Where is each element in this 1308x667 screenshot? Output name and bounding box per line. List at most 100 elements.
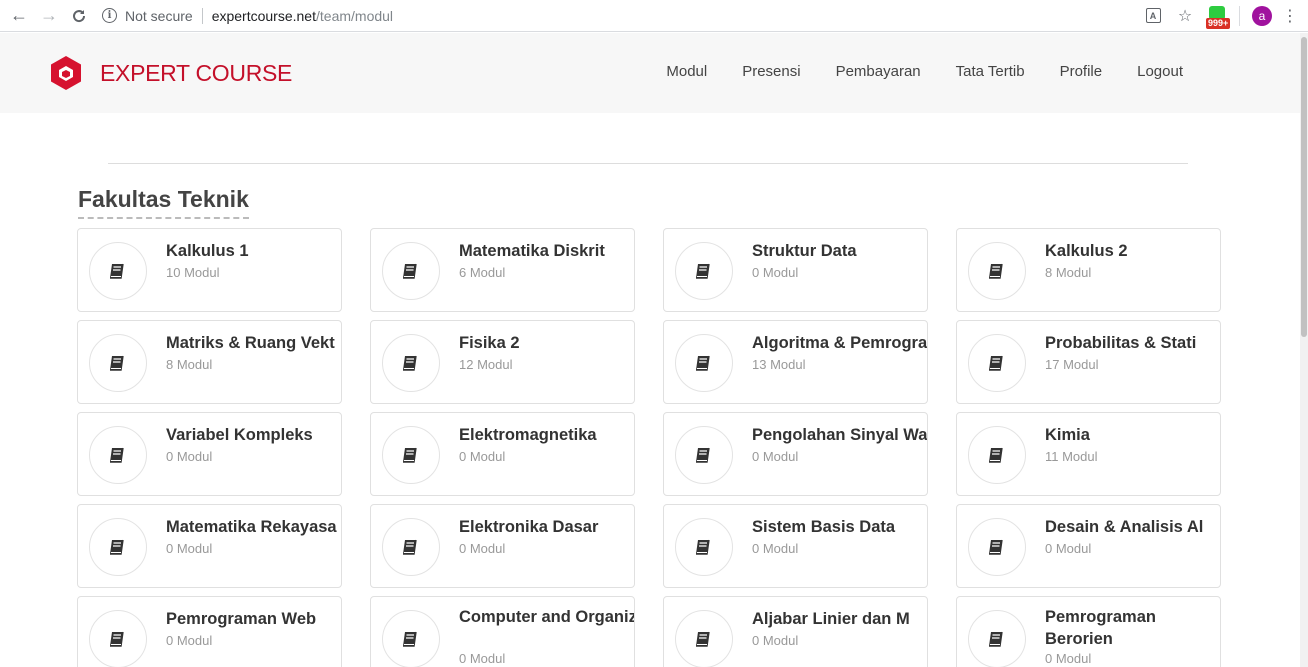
book-icon [89,242,147,300]
course-module-count: 0 Modul [459,449,506,464]
translate-icon[interactable]: A [1137,2,1169,30]
brand-logo[interactable]: EXPERT COURSE [50,55,292,91]
course-module-count: 0 Modul [752,449,799,464]
nav-tata-tertib[interactable]: Tata Tertib [956,63,1025,80]
book-icon [675,610,733,667]
extension-badge: 999+ [1206,17,1231,29]
course-card[interactable]: Matriks & Ruang Vekt 8 Modul [77,320,342,404]
course-title: Aljabar Linier dan M [752,610,910,628]
course-card[interactable]: Desain & Analisis Al 0 Modul [956,504,1221,588]
book-icon [382,610,440,667]
info-icon[interactable]: i [102,8,117,23]
extension-icon[interactable]: 999+ [1201,2,1233,30]
nav-presensi[interactable]: Presensi [742,63,800,80]
course-module-count: 12 Modul [459,357,513,372]
course-card[interactable]: Elektromagnetika 0 Modul [370,412,635,496]
book-icon [968,242,1026,300]
course-card[interactable]: Pengolahan Sinyal Wa 0 Modul [663,412,928,496]
course-module-count: 0 Modul [166,633,213,648]
section-divider [108,163,1188,164]
course-card[interactable]: Kalkulus 1 10 Modul [77,228,342,312]
address-separator [201,7,203,24]
course-module-count: 11 Modul [1045,449,1098,464]
security-indicator: Not secure [125,7,193,24]
brand-name: EXPERT COURSE [100,59,293,86]
course-card[interactable]: Pemrograman Web 0 Modul [77,596,342,667]
book-icon [382,426,440,484]
course-card[interactable]: Kimia 11 Modul [956,412,1221,496]
course-card[interactable]: Fisika 2 12 Modul [370,320,635,404]
book-icon [968,610,1026,667]
course-card[interactable]: Probabilitas & Stati 17 Modul [956,320,1221,404]
scrollbar-thumb[interactable] [1301,37,1307,337]
course-card[interactable]: Kalkulus 2 8 Modul [956,228,1221,312]
book-icon [382,334,440,392]
course-title: Elektromagnetika [459,426,597,444]
course-module-count: 0 Modul [166,541,213,556]
nav-modul[interactable]: Modul [666,63,707,80]
course-title: Desain & Analisis Al [1045,518,1204,536]
menu-kebab-icon[interactable]: ⋮ [1278,6,1302,26]
course-title: Struktur Data [752,242,857,260]
course-title: Sistem Basis Data [752,518,896,536]
course-module-count: 0 Modul [752,265,799,280]
course-title: Pemrograman Berorien [1045,608,1156,648]
book-icon [382,242,440,300]
course-module-count: 0 Modul [752,633,799,648]
course-title: Variabel Kompleks [166,426,313,444]
course-module-count: 17 Modul [1045,357,1099,372]
nav-profile[interactable]: Profile [1060,63,1103,80]
nav-pembayaran[interactable]: Pembayaran [836,63,921,80]
book-icon [675,334,733,392]
course-card[interactable]: Matematika Rekayasa 0 Modul [77,504,342,588]
book-icon [968,426,1026,484]
course-title: Kimia [1045,426,1090,444]
course-module-count: 13 Modul [752,357,806,372]
book-icon [675,518,733,576]
course-module-count: 10 Modul [166,265,220,280]
book-icon [89,610,147,667]
book-icon [968,334,1026,392]
forward-arrow-icon[interactable]: → [34,1,64,31]
book-icon [968,518,1026,576]
course-card[interactable]: Algoritma & Pemrogra 13 Modul [663,320,928,404]
course-title: Kalkulus 1 [166,242,249,260]
address-bar[interactable]: i Not secure expertcourse.net/team/modul [102,2,1137,30]
course-module-count: 6 Modul [459,265,506,280]
course-module-count: 0 Modul [459,651,506,666]
reload-icon[interactable] [64,1,94,31]
url-path: /team/modul [316,7,394,24]
course-module-count: 0 Modul [166,449,213,464]
book-icon [89,518,147,576]
page-scrollbar[interactable] [1300,33,1308,667]
book-icon [89,426,147,484]
logo-hexagon-icon [51,56,81,90]
course-title: Computer and Organiz [459,608,635,626]
profile-avatar[interactable]: a [1246,2,1278,30]
course-module-count: 0 Modul [459,541,506,556]
course-module-count: 8 Modul [166,357,213,372]
course-module-count: 0 Modul [752,541,799,556]
avatar: a [1252,5,1272,26]
book-icon [89,334,147,392]
course-title: Pemrograman Web [166,610,317,628]
course-card[interactable]: Computer and Organiz 0 Modul [370,596,635,667]
book-icon [675,242,733,300]
course-card[interactable]: Variabel Kompleks 0 Modul [77,412,342,496]
back-arrow-icon[interactable]: ← [4,1,34,31]
course-card[interactable]: Matematika Diskrit 6 Modul [370,228,635,312]
course-title: Elektronika Dasar [459,518,599,536]
course-module-count: 0 Modul [1045,651,1092,666]
course-card[interactable]: Pemrograman Berorien 0 Modul [956,596,1221,667]
course-card[interactable]: Elektronika Dasar 0 Modul [370,504,635,588]
course-title: Matematika Diskrit [459,242,605,260]
course-card[interactable]: Struktur Data 0 Modul [663,228,928,312]
main-nav: Modul Presensi Pembayaran Tata Tertib Pr… [631,63,1183,80]
nav-logout[interactable]: Logout [1137,63,1183,80]
course-module-count: 8 Modul [1045,265,1092,280]
bookmark-star-icon[interactable]: ☆ [1169,2,1201,30]
course-card[interactable]: Aljabar Linier dan M 0 Modul [663,596,928,667]
course-card[interactable]: Sistem Basis Data 0 Modul [663,504,928,588]
book-icon [675,426,733,484]
course-title: Matriks & Ruang Vekt [166,334,335,352]
